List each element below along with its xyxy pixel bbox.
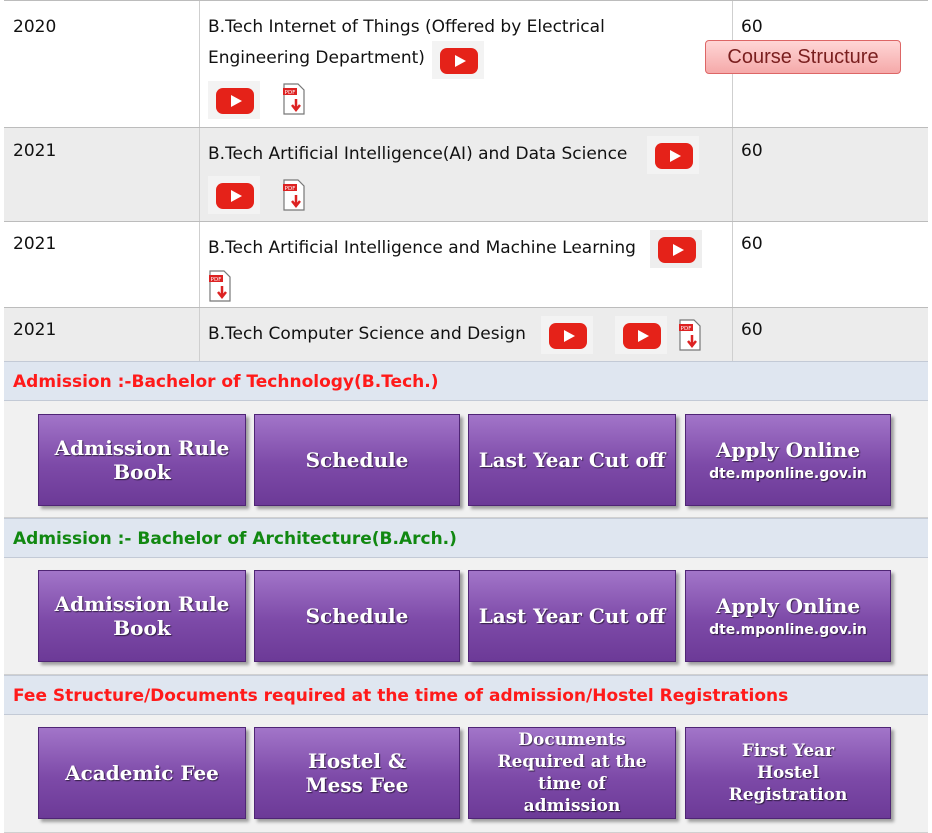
button-label: Admission Rule Book	[54, 592, 230, 640]
table-row: 2020 B.Tech Internet of Things (Offered …	[4, 0, 928, 127]
barch-schedule-button[interactable]: Schedule	[254, 570, 460, 662]
button-label: Documents Required at the time of admiss…	[497, 730, 647, 816]
intake-value: 60	[741, 141, 763, 161]
youtube-icon[interactable]	[615, 316, 667, 354]
intake-cell: 60	[733, 1, 928, 127]
btech-button-row: Admission Rule Book Schedule Last Year C…	[4, 401, 928, 518]
fees-section-title: Fee Structure/Documents required at the …	[4, 675, 928, 715]
button-sublabel: dte.mponline.gov.in	[709, 466, 867, 482]
button-label: Schedule	[305, 448, 409, 472]
hostel-mess-fee-button[interactable]: Hostel & Mess Fee	[254, 727, 460, 819]
button-label: First Year Hostel Registration	[728, 741, 848, 805]
youtube-icon[interactable]	[650, 230, 702, 268]
program-name: B.Tech Computer Science and Design	[208, 324, 526, 344]
table-row: 2021 B.Tech Artificial Intelligence and …	[4, 221, 928, 307]
program-cell: B.Tech Artificial Intelligence and Machi…	[200, 222, 733, 307]
button-label: Academic Fee	[65, 761, 219, 785]
intake-value: 60	[741, 320, 763, 340]
btech-apply-online-button[interactable]: Apply Online dte.mponline.gov.in	[685, 414, 891, 506]
barch-last-year-cutoff-button[interactable]: Last Year Cut off	[468, 570, 676, 662]
youtube-icon[interactable]	[432, 41, 484, 79]
table-row: 2021 B.Tech Artificial Intelligence(AI) …	[4, 127, 928, 221]
pdf-download-icon[interactable]: PDF	[282, 179, 306, 211]
program-cell: B.Tech Computer Science and Design PDF	[200, 308, 733, 361]
academic-fee-button[interactable]: Academic Fee	[38, 727, 246, 819]
svg-text:PDF: PDF	[285, 90, 296, 96]
btech-schedule-button[interactable]: Schedule	[254, 414, 460, 506]
documents-required-button[interactable]: Documents Required at the time of admiss…	[468, 727, 676, 819]
barch-apply-online-button[interactable]: Apply Online dte.mponline.gov.in	[685, 570, 891, 662]
btech-last-year-cutoff-button[interactable]: Last Year Cut off	[468, 414, 676, 506]
year-value: 2021	[13, 141, 57, 161]
barch-section-title: Admission :- Bachelor of Architecture(B.…	[4, 518, 928, 558]
button-label: Hostel & Mess Fee	[305, 749, 409, 797]
program-name: B.Tech Artificial Intelligence(AI) and D…	[208, 144, 628, 164]
program-name: B.Tech Internet of Things (Offered by El…	[208, 17, 605, 37]
youtube-icon[interactable]	[541, 316, 593, 354]
program-cell: B.Tech Internet of Things (Offered by El…	[200, 1, 901, 127]
year-cell: 2021	[4, 222, 200, 307]
first-year-hostel-registration-button[interactable]: First Year Hostel Registration	[685, 727, 891, 819]
svg-text:PDF: PDF	[211, 277, 222, 283]
program-name-cont: Engineering Department)	[208, 48, 425, 68]
intake-value: 60	[741, 17, 763, 37]
youtube-icon[interactable]	[208, 176, 260, 214]
intake-cell: 60	[733, 308, 928, 361]
year-cell: 2021	[4, 128, 200, 221]
svg-text:PDF: PDF	[285, 186, 296, 192]
program-cell: B.Tech Artificial Intelligence(AI) and D…	[200, 128, 733, 221]
button-label: Last Year Cut off	[478, 448, 666, 472]
table-row: 2021 B.Tech Computer Science and Design …	[4, 307, 928, 361]
year-value: 2021	[13, 320, 57, 340]
year-value: 2021	[13, 234, 57, 254]
year-cell: 2021	[4, 308, 200, 361]
button-label: Apply Online	[715, 438, 861, 462]
button-label: Last Year Cut off	[478, 604, 666, 628]
year-value: 2020	[13, 17, 57, 37]
button-sublabel: dte.mponline.gov.in	[709, 622, 867, 638]
button-label: Schedule	[305, 604, 409, 628]
barch-button-row: Admission Rule Book Schedule Last Year C…	[4, 558, 928, 675]
pdf-download-icon[interactable]: PDF	[678, 319, 702, 351]
svg-text:PDF: PDF	[681, 326, 692, 332]
intake-cell: 60	[733, 222, 928, 307]
youtube-icon[interactable]	[647, 136, 699, 174]
pdf-download-icon[interactable]: PDF	[282, 83, 306, 115]
fees-button-row: Academic Fee Hostel & Mess Fee Documents…	[4, 715, 928, 833]
year-cell: 2020	[4, 1, 200, 127]
intake-cell: 60	[733, 128, 928, 221]
pdf-download-icon[interactable]: PDF	[208, 270, 232, 302]
intake-value: 60	[741, 234, 763, 254]
program-name: B.Tech Artificial Intelligence and Machi…	[208, 238, 636, 258]
barch-admission-rule-book-button[interactable]: Admission Rule Book	[38, 570, 246, 662]
button-label: Admission Rule Book	[54, 436, 230, 484]
btech-section-title: Admission :-Bachelor of Technology(B.Tec…	[4, 361, 928, 401]
btech-admission-rule-book-button[interactable]: Admission Rule Book	[38, 414, 246, 506]
button-label: Apply Online	[715, 594, 861, 618]
youtube-icon[interactable]	[208, 81, 260, 119]
